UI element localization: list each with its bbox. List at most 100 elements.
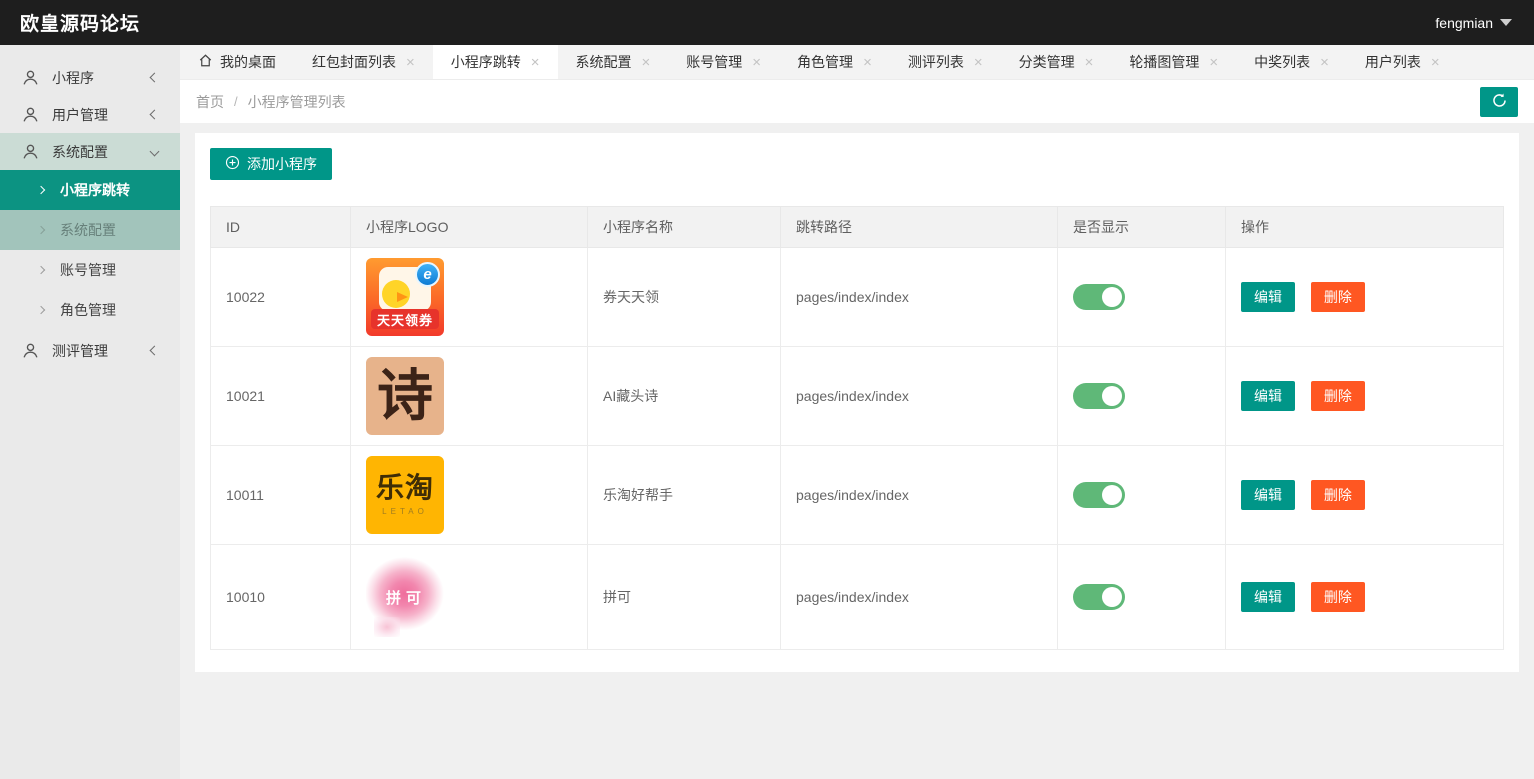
toggle-knob — [1102, 485, 1122, 505]
tab-desktop[interactable]: 我的桌面 — [180, 45, 294, 79]
visible-toggle[interactable] — [1073, 482, 1125, 508]
tab-miniprogram-jump[interactable]: 小程序跳转 × — [432, 45, 558, 79]
sidebar-item-users[interactable]: 用户管理 — [0, 96, 180, 133]
tab-review-list[interactable]: 测评列表 × — [890, 45, 1001, 79]
cell-logo: 诗 — [350, 346, 588, 446]
table-row: 10011 乐淘 LETAO 乐淘好帮手 pages/index/index 编… — [210, 445, 1504, 545]
close-icon[interactable]: × — [1431, 55, 1440, 70]
tab-category-mgmt[interactable]: 分类管理 × — [1001, 45, 1112, 79]
close-icon[interactable]: × — [1209, 55, 1218, 70]
sidebar-item-system-config[interactable]: 系统配置 — [0, 133, 180, 170]
cell-logo: 乐淘 LETAO — [350, 445, 588, 545]
poem-glyph: 诗 — [377, 363, 433, 429]
cell-name: 拼可 — [587, 544, 781, 650]
table-row: 10022 e 天天领券 券天天领 pages/index/index 编辑 删… — [210, 247, 1504, 347]
cell-path: pages/index/index — [780, 346, 1058, 446]
close-icon[interactable]: × — [642, 55, 651, 70]
user-menu[interactable]: fengmian — [1435, 15, 1534, 31]
col-header-actions: 操作 — [1225, 206, 1504, 248]
miniprogram-logo-pinke: 拼可 — [366, 555, 446, 639]
tab-label: 轮播图管理 — [1129, 54, 1200, 70]
edit-button[interactable]: 编辑 — [1241, 381, 1295, 411]
sidebar-subitem-role-mgmt[interactable]: 角色管理 — [0, 290, 180, 330]
cell-visible — [1057, 247, 1226, 347]
tab-label: 账号管理 — [686, 54, 743, 70]
edit-button[interactable]: 编辑 — [1241, 282, 1295, 312]
close-icon[interactable]: × — [974, 55, 983, 70]
letao-title: 乐淘 — [375, 472, 434, 503]
miniprogram-logo-poem: 诗 — [366, 357, 444, 435]
tab-redpacket-covers[interactable]: 红包封面列表 × — [294, 45, 433, 79]
sidebar: 小程序 用户管理 系统配置 小程序跳转 系统配置 账号管理 角色管理 测评管理 — [0, 45, 180, 779]
cell-name: AI藏头诗 — [587, 346, 781, 446]
sidebar-subitem-account-mgmt[interactable]: 账号管理 — [0, 250, 180, 290]
refresh-icon — [1491, 92, 1508, 112]
edit-button[interactable]: 编辑 — [1241, 582, 1295, 612]
logo-banner-text: 天天领券 — [371, 309, 439, 329]
tab-bar: 我的桌面 红包封面列表 × 小程序跳转 × 系统配置 × 账号管理 × 角色管理… — [180, 45, 1534, 80]
visible-toggle[interactable] — [1073, 284, 1125, 310]
top-header: 欧皇源码论坛 fengmian — [0, 0, 1534, 45]
close-icon[interactable]: × — [1085, 55, 1094, 70]
breadcrumb-separator: / — [234, 94, 238, 109]
tab-system-config[interactable]: 系统配置 × — [558, 45, 669, 79]
table-header-row: ID 小程序LOGO 小程序名称 跳转路径 是否显示 操作 — [210, 206, 1504, 248]
chevron-down-icon — [149, 146, 160, 157]
refresh-button[interactable] — [1480, 86, 1518, 117]
breadcrumb: 首页 / 小程序管理列表 — [180, 80, 1534, 123]
cell-path: pages/index/index — [780, 445, 1058, 545]
sidebar-subitem-label: 角色管理 — [60, 302, 116, 318]
chevron-right-icon — [36, 265, 46, 275]
sidebar-subitem-system-config[interactable]: 系统配置 — [0, 210, 180, 250]
tab-label: 分类管理 — [1018, 54, 1075, 70]
chevron-right-icon — [36, 225, 46, 235]
sidebar-item-miniprogram[interactable]: 小程序 — [0, 59, 180, 96]
tab-label: 我的桌面 — [220, 54, 276, 70]
col-header-visible: 是否显示 — [1057, 206, 1226, 248]
miniprogram-logo-coupon: e 天天领券 — [366, 258, 444, 336]
chevron-left-icon — [149, 109, 160, 120]
tab-role-mgmt[interactable]: 角色管理 × — [779, 45, 890, 79]
edit-button[interactable]: 编辑 — [1241, 480, 1295, 510]
plus-circle-icon — [225, 155, 240, 173]
person-icon — [22, 69, 39, 86]
delete-button[interactable]: 删除 — [1310, 582, 1365, 612]
sidebar-item-label: 用户管理 — [52, 106, 108, 123]
delete-button[interactable]: 删除 — [1310, 381, 1365, 411]
close-icon[interactable]: × — [531, 55, 540, 70]
cell-actions: 编辑 删除 — [1225, 445, 1504, 545]
close-icon[interactable]: × — [863, 55, 872, 70]
cell-visible — [1057, 544, 1226, 650]
sidebar-item-review-mgmt[interactable]: 测评管理 — [0, 332, 180, 369]
cell-logo: 拼可 — [350, 544, 588, 650]
add-miniprogram-button[interactable]: 添加小程序 — [210, 148, 332, 180]
chevron-right-icon — [36, 185, 46, 195]
visible-toggle[interactable] — [1073, 383, 1125, 409]
tab-account-mgmt[interactable]: 账号管理 × — [668, 45, 779, 79]
app-title: 欧皇源码论坛 — [20, 14, 141, 35]
content-card: 添加小程序 ID 小程序LOGO 小程序名称 跳转路径 是否显示 操作 1002… — [195, 133, 1519, 672]
visible-toggle[interactable] — [1073, 584, 1125, 610]
tab-user-list[interactable]: 用户列表 × — [1347, 45, 1458, 79]
caret-down-icon — [1500, 19, 1512, 26]
tab-label: 角色管理 — [797, 54, 854, 70]
delete-button[interactable]: 删除 — [1310, 282, 1365, 312]
sidebar-item-label: 系统配置 — [52, 143, 108, 160]
sidebar-subitem-miniprogram-jump[interactable]: 小程序跳转 — [0, 170, 180, 210]
close-icon[interactable]: × — [752, 55, 761, 70]
sidebar-subitem-label: 系统配置 — [60, 222, 116, 238]
close-icon[interactable]: × — [1320, 55, 1329, 70]
close-icon[interactable]: × — [406, 55, 415, 70]
tab-carousel-mgmt[interactable]: 轮播图管理 × — [1111, 45, 1236, 79]
col-header-logo: 小程序LOGO — [350, 206, 588, 248]
tab-label: 系统配置 — [575, 54, 632, 70]
tab-label: 用户列表 — [1364, 54, 1421, 70]
tab-winners-list[interactable]: 中奖列表 × — [1236, 45, 1347, 79]
home-icon — [198, 53, 213, 71]
breadcrumb-home[interactable]: 首页 — [196, 92, 224, 112]
cell-id: 10022 — [210, 247, 351, 347]
delete-button[interactable]: 删除 — [1310, 480, 1365, 510]
cell-visible — [1057, 346, 1226, 446]
chevron-right-icon — [36, 305, 46, 315]
cell-actions: 编辑 删除 — [1225, 346, 1504, 446]
